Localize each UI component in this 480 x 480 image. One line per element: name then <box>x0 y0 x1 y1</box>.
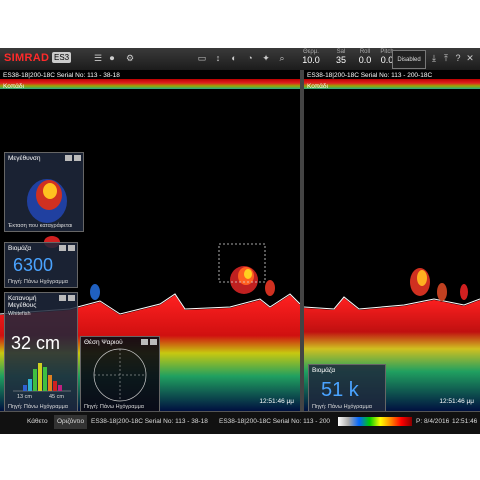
status-bar: Κάθετο Οριζόντιο ES38-18|200-18C Serial … <box>0 411 480 434</box>
gain-icon[interactable]: ◐ <box>228 52 240 64</box>
timestamp-left: 12:51:46 μμ <box>259 398 294 405</box>
search-icon[interactable]: ⌕ <box>276 52 288 64</box>
fish-position-window[interactable]: Θέση Ψαριού Πηγή: Πάνω Ηχόγραμμα <box>80 336 160 414</box>
size-zoom-footer: Έκταση που καταγράφεται <box>8 223 73 229</box>
display-icon[interactable]: ▭ <box>196 52 208 64</box>
biomass-footer-left: Πηγή: Πάνω Ηχόγραμμα <box>8 279 68 285</box>
biomass-value-right: 51 k <box>321 379 359 401</box>
biomass-title-left: Βιομάζα <box>8 245 32 252</box>
tab-channel-38[interactable]: ES38-18|200-18C Serial No: 113 - 38-18 <box>88 415 218 429</box>
window-close-icon[interactable] <box>68 295 75 301</box>
menu-icon[interactable]: ☰ <box>92 52 104 64</box>
biomass-window-left[interactable]: Βιομάζα 6300 Πηγή: Πάνω Ηχόγραμμα <box>4 242 78 288</box>
biomass-value-left: 6300 <box>13 255 54 275</box>
biomass-window-right[interactable]: Βιομάζα 51 k Πηγή: Πάνω Ηχόγραμμα <box>308 364 386 414</box>
window-close-icon[interactable] <box>68 245 75 251</box>
tab-channel-200[interactable]: ES38-18|200-18C Serial No: 113 - 200 <box>216 415 340 429</box>
brand-logo: SIMRAD <box>4 52 50 64</box>
status-disabled-badge[interactable]: Disabled <box>392 50 426 69</box>
size-value: 32 cm <box>11 333 61 353</box>
echosounder-app: SIMRAD ES3 ☰ ⏺ ⚙ ▭ ↕ ◐ ◔ ✦ ⌕ Θερμ. 10.0 S… <box>0 48 480 434</box>
size-zoom-window[interactable]: Μεγέθυνση Έκταση που καταγράφεται <box>4 152 84 232</box>
status-date: P: 8/4/2016 <box>416 418 450 425</box>
tab-horizontal[interactable]: Οριζόντιο <box>54 415 88 429</box>
model-badge: ES3 <box>52 52 72 63</box>
size-histogram <box>13 363 71 392</box>
settings-icon[interactable]: ⚙ <box>124 52 136 64</box>
close-icon[interactable]: ✕ <box>464 52 476 64</box>
temperature-readout: Θερμ. 10.0 <box>302 49 320 65</box>
biomass-title-right: Βιομάζα <box>312 367 336 374</box>
histogram-max-label: 45 cm <box>49 394 64 400</box>
position-plot <box>93 348 147 402</box>
download-icon[interactable]: ⤓ <box>428 52 440 64</box>
echogram-right <box>304 268 480 411</box>
help-icon[interactable]: ? <box>452 52 464 64</box>
fish-position-footer: Πηγή: Πάνω Ηχόγραμμα <box>84 404 144 410</box>
fish-school <box>44 236 275 300</box>
compass-icon[interactable]: ✦ <box>260 52 272 64</box>
record-icon[interactable]: ⏺ <box>106 52 118 64</box>
species-label: Whitefish <box>8 311 31 317</box>
range-icon[interactable]: ↕ <box>212 52 224 64</box>
size-distribution-title: Κατανομή Μεγέθους <box>8 295 37 309</box>
top-toolbar: SIMRAD ES3 ☰ ⏺ ⚙ ▭ ↕ ◐ ◔ ✦ ⌕ Θερμ. 10.0 S… <box>0 48 480 71</box>
tab-vertical[interactable]: Κάθετο <box>24 415 51 429</box>
timestamp-right: 12:51:46 μμ <box>439 398 474 405</box>
window-menu-icon[interactable] <box>59 295 66 301</box>
window-menu-icon[interactable] <box>59 245 66 251</box>
biomass-footer-right: Πηγή: Πάνω Ηχόγραμμα <box>312 404 372 410</box>
size-distribution-window[interactable]: Κατανομή Μεγέθους Whitefish 32 cm 13 cm … <box>4 292 78 414</box>
color-scale-bar <box>338 417 412 426</box>
color-icon[interactable]: ◔ <box>244 52 256 64</box>
status-time: 12:51:46 <box>452 418 478 425</box>
echogram-pane-right[interactable]: ES38-18|200-18C Serial No: 113 - 200-18C… <box>304 70 480 411</box>
histogram-min-label: 13 cm <box>17 394 32 400</box>
size-distribution-footer: Πηγή: Πάνω Ηχόγραμμα <box>8 404 68 410</box>
upload-icon[interactable]: ⤒ <box>440 52 452 64</box>
